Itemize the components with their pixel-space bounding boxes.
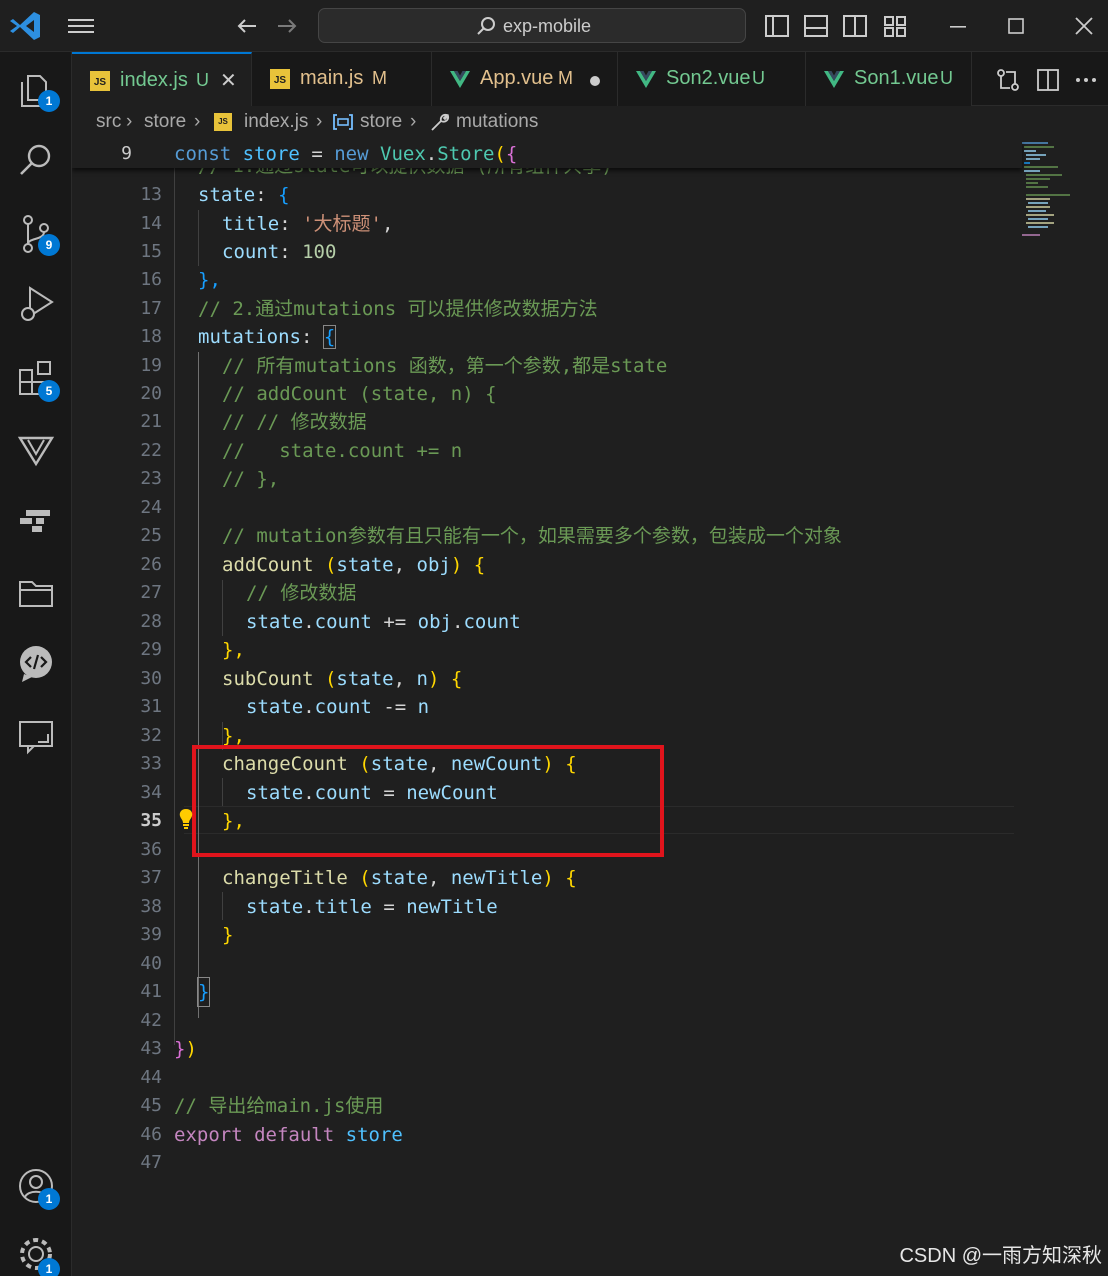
code-line: }, — [198, 269, 221, 291]
lightbulb-icon[interactable] — [178, 808, 194, 830]
split-editor-icon[interactable] — [1034, 66, 1062, 94]
remote-explorer-icon[interactable] — [14, 714, 58, 758]
close-window-icon[interactable] — [1070, 12, 1098, 40]
minimap[interactable] — [1020, 140, 1090, 240]
toggle-panel-icon[interactable] — [803, 14, 829, 38]
code-editor[interactable]: 9 const store = new Vuex.Store({ // 1.通过… — [72, 140, 1108, 1276]
code-line: // 修改数据 — [246, 582, 357, 604]
search-sidebar-icon[interactable] — [14, 138, 58, 182]
code-line: mutations: { — [198, 325, 337, 349]
tab-son1-vue[interactable]: Son1.vue U — [806, 52, 972, 106]
accounts-icon[interactable]: 1 — [14, 1164, 60, 1210]
minimize-icon[interactable] — [944, 12, 972, 40]
search-icon — [475, 15, 497, 37]
tab-son2-vue[interactable]: Son2.vue U — [618, 52, 806, 106]
code-chat-icon[interactable] — [14, 642, 58, 686]
vue-file-icon — [824, 69, 844, 89]
run-debug-icon[interactable] — [14, 282, 58, 326]
source-control-icon[interactable]: 9 — [14, 212, 60, 256]
js-file-icon: JS — [90, 71, 110, 91]
unsaved-dot-icon — [590, 76, 600, 86]
toggle-secondary-sidebar-icon[interactable] — [842, 14, 868, 38]
search-text: exp-mobile — [503, 16, 592, 36]
extensions-badge: 5 — [38, 380, 60, 402]
project-manager-icon[interactable] — [14, 570, 58, 614]
code-line: } — [196, 977, 211, 1007]
code-line: changeTitle (state, newTitle) { — [222, 867, 577, 889]
code-line: }) — [174, 1038, 197, 1060]
settings-badge: 1 — [38, 1258, 60, 1276]
code-line: export default store — [174, 1124, 403, 1146]
open-changes-icon[interactable] — [994, 66, 1022, 94]
breadcrumb: src › store › JS index.js › store › muta… — [72, 106, 1108, 140]
code-line: // 2.通过mutations 可以提供修改数据方法 — [198, 298, 598, 320]
code-line: } — [222, 924, 234, 946]
customize-layout-icon[interactable] — [882, 14, 908, 38]
js-file-icon: JS — [214, 113, 232, 131]
code-line: count: 100 — [222, 241, 337, 263]
breadcrumb-store-variable[interactable]: store — [360, 111, 402, 133]
code-line: // 所有mutations 函数，第一个参数,都是state — [222, 355, 668, 377]
settings-gear-icon[interactable]: 1 — [14, 1232, 60, 1276]
vue-file-icon — [450, 69, 470, 89]
extensions-icon[interactable]: 5 — [14, 356, 60, 402]
wrench-property-icon — [428, 112, 450, 140]
tab-app-vue[interactable]: App.vue M — [432, 52, 618, 106]
code-line: }, — [222, 639, 245, 661]
maximize-icon[interactable] — [1002, 12, 1030, 40]
code-line: state.count -= n — [246, 696, 430, 718]
vue-official-icon[interactable] — [14, 428, 58, 472]
code-line: subCount (state, n) { — [222, 668, 463, 690]
explorer-icon[interactable]: 1 — [14, 68, 60, 112]
watermark-text: CSDN @一雨方知深秋 — [899, 1245, 1102, 1267]
back-arrow-icon[interactable] — [232, 12, 262, 40]
breadcrumb-src[interactable]: src — [96, 111, 121, 133]
explorer-badge: 1 — [38, 90, 60, 112]
menu-icon[interactable] — [64, 12, 98, 40]
variable-symbol-icon — [332, 112, 354, 138]
more-actions-icon[interactable] — [1072, 66, 1100, 94]
code-line: state.count += obj.count — [246, 611, 521, 633]
tab-main-js[interactable]: JS main.js M — [252, 52, 432, 106]
command-center-search[interactable]: exp-mobile — [318, 8, 746, 43]
toggle-primary-sidebar-icon[interactable] — [764, 14, 790, 38]
editor-tabs: JS index.js U ✕ JS main.js M App.vue M S… — [72, 52, 1108, 106]
code-line: state: { — [198, 184, 290, 206]
code-line: // state.count += n — [222, 440, 463, 462]
code-line: state.title = newTitle — [246, 896, 498, 918]
breadcrumb-index-js[interactable]: index.js — [244, 111, 308, 133]
vscode-logo-icon — [8, 10, 44, 42]
code-line: // addCount (state, n) { — [222, 383, 497, 405]
forward-arrow-icon[interactable] — [272, 12, 302, 40]
source-control-badge: 9 — [38, 234, 60, 256]
tab-index-js[interactable]: JS index.js U ✕ — [72, 52, 252, 106]
title-bar: exp-mobile — [0, 0, 1108, 52]
code-line: // mutation参数有且只能有一个，如果需要多个参数，包装成一个对象 — [222, 525, 842, 547]
breadcrumb-mutations[interactable]: mutations — [456, 111, 538, 133]
code-line: title: '大标题', — [222, 213, 394, 235]
js-file-icon: JS — [270, 69, 290, 89]
sticky-scroll-line[interactable]: 9 const store = new Vuex.Store({ — [72, 140, 1022, 168]
accounts-badge: 1 — [38, 1188, 60, 1210]
close-tab-icon[interactable]: ✕ — [220, 68, 237, 93]
activity-bar: 1 9 5 1 1 — [0, 52, 72, 1276]
breadcrumb-store-folder[interactable]: store — [144, 111, 186, 133]
git-graph-icon[interactable] — [14, 498, 58, 542]
code-line: // }, — [222, 468, 280, 490]
vue-file-icon — [636, 69, 656, 89]
code-line: // 导出给main.js使用 — [174, 1095, 384, 1117]
code-line: const store = new Vuex.Store({ — [174, 143, 518, 165]
red-highlight-box — [192, 745, 664, 857]
code-line: // // 修改数据 — [222, 411, 367, 433]
code-line: addCount (state, obj) { — [222, 554, 486, 576]
